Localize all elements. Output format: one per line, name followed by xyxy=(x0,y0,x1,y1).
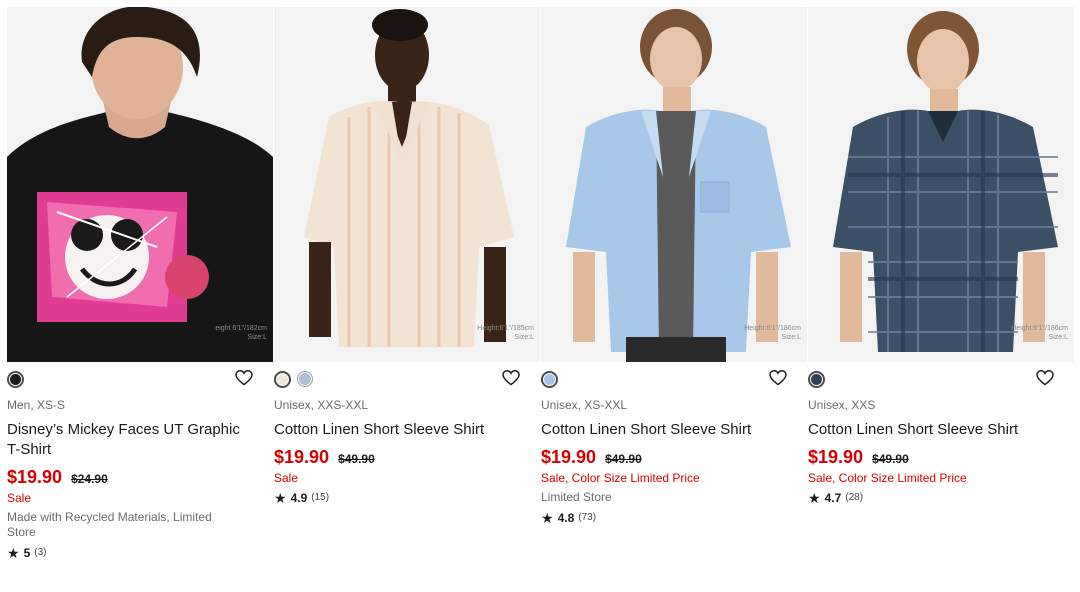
original-price: $49.90 xyxy=(338,452,375,466)
review-count: (28) xyxy=(845,492,864,503)
sale-flags: Sale xyxy=(274,471,299,485)
product-grid: eight 6'1"/182cm Size:L Men, XS-S Disney… xyxy=(7,7,1074,587)
heart-outline-icon[interactable] xyxy=(769,370,787,386)
model-photo-black-tshirt xyxy=(7,7,273,362)
price-row: $19.90 $49.90 xyxy=(274,446,540,468)
product-name[interactable]: Cotton Linen Short Sleeve Shirt xyxy=(274,420,514,440)
model-size-text: Size:L xyxy=(1048,334,1068,341)
product-image[interactable]: Height:6'1"/186cm Size:L xyxy=(541,7,807,362)
model-size-text: Size:L xyxy=(247,334,267,341)
product-card-cotton-linen-shirt-navy-check[interactable]: Height:6'1"/186cm Size:L Unisex, XXS Cot… xyxy=(808,7,1074,505)
product-card-mickey-tshirt[interactable]: eight 6'1"/182cm Size:L Men, XS-S Disney… xyxy=(7,7,273,560)
price-row: $19.90 $24.90 xyxy=(7,466,273,488)
model-photo-blue-shirt xyxy=(541,7,807,362)
rating-value: 4.8 xyxy=(557,511,575,525)
model-size-note: eight 6'1"/182cm Size:L xyxy=(215,324,267,342)
model-size-note: Height:6'1"/185cm Size:L xyxy=(477,324,534,342)
product-name[interactable]: Disney’s Mickey Faces UT Graphic T-Shirt xyxy=(7,420,247,460)
color-swatches xyxy=(808,362,1074,396)
rating-value: 4.7 xyxy=(824,491,842,505)
original-price: $49.90 xyxy=(605,452,642,466)
model-height-text: Height:6'1"/186cm xyxy=(744,325,801,332)
rating: ★ 4.9 (15) xyxy=(274,491,540,505)
color-swatches xyxy=(7,362,273,396)
model-height-text: eight 6'1"/182cm xyxy=(215,325,267,332)
price-row: $19.90 $49.90 xyxy=(541,446,807,468)
product-image[interactable]: eight 6'1"/182cm Size:L xyxy=(7,7,273,362)
color-swatch-navy[interactable] xyxy=(808,370,825,388)
rating-value: 5 xyxy=(23,546,31,560)
original-price: $24.90 xyxy=(71,472,108,486)
color-swatch-natural[interactable] xyxy=(274,370,291,388)
product-card-cotton-linen-shirt-blue[interactable]: Height:6'1"/186cm Size:L Unisex, XS-XXL … xyxy=(541,7,807,525)
sale-price: $19.90 xyxy=(808,447,864,467)
rating: ★ 4.7 (28) xyxy=(808,491,1074,505)
product-image[interactable]: Height:6'1"/185cm Size:L xyxy=(274,7,540,362)
gender-size-range: Unisex, XXS-XXL xyxy=(274,398,369,412)
star-icon: ★ xyxy=(7,545,20,561)
price-row: $19.90 $49.90 xyxy=(808,446,1074,468)
product-name[interactable]: Cotton Linen Short Sleeve Shirt xyxy=(808,420,1048,440)
model-height-text: Height:6'1"/185cm xyxy=(477,325,534,332)
sale-flags: Sale, Color Size Limited Price xyxy=(541,471,700,485)
color-swatches xyxy=(541,362,807,396)
review-count: (3) xyxy=(34,547,47,558)
model-photo-striped-shirt xyxy=(274,7,540,362)
original-price: $49.90 xyxy=(872,452,909,466)
color-swatch-black[interactable] xyxy=(7,370,24,388)
sale-price: $19.90 xyxy=(7,467,63,487)
color-swatch-blue[interactable] xyxy=(297,371,313,387)
sale-flags: Sale xyxy=(7,491,32,505)
gender-size-range: Men, XS-S xyxy=(7,398,66,412)
model-size-note: Height:6'1"/186cm Size:L xyxy=(744,324,801,342)
product-name[interactable]: Cotton Linen Short Sleeve Shirt xyxy=(541,420,781,440)
product-tags: Made with Recycled Materials, Limited St… xyxy=(7,510,212,539)
sale-flags: Sale, Color Size Limited Price xyxy=(808,471,967,485)
sale-price: $19.90 xyxy=(274,447,330,467)
sale-price: $19.90 xyxy=(541,447,597,467)
review-count: (73) xyxy=(578,512,597,523)
product-tags: Limited Store xyxy=(541,490,612,504)
color-swatch-blue[interactable] xyxy=(541,370,558,388)
model-height-text: Height:6'1"/186cm xyxy=(1011,325,1068,332)
model-size-note: Height:6'1"/186cm Size:L xyxy=(1011,324,1068,342)
model-photo-check-shirt xyxy=(808,7,1074,362)
review-count: (15) xyxy=(311,492,330,503)
heart-outline-icon[interactable] xyxy=(235,370,253,386)
color-swatches xyxy=(274,362,540,396)
star-icon: ★ xyxy=(274,490,287,506)
star-icon: ★ xyxy=(808,490,821,506)
heart-outline-icon[interactable] xyxy=(502,370,520,386)
rating: ★ 4.8 (73) xyxy=(541,511,807,525)
gender-size-range: Unisex, XS-XXL xyxy=(541,398,628,412)
product-image[interactable]: Height:6'1"/186cm Size:L xyxy=(808,7,1074,362)
model-size-text: Size:L xyxy=(781,334,801,341)
rating: ★ 5 (3) xyxy=(7,546,273,560)
gender-size-range: Unisex, XXS xyxy=(808,398,876,412)
rating-value: 4.9 xyxy=(290,491,308,505)
product-card-cotton-linen-shirt-stripe[interactable]: Height:6'1"/185cm Size:L Unisex, XXS-XXL… xyxy=(274,7,540,505)
model-size-text: Size:L xyxy=(514,334,534,341)
heart-outline-icon[interactable] xyxy=(1036,370,1054,386)
star-icon: ★ xyxy=(541,510,554,526)
